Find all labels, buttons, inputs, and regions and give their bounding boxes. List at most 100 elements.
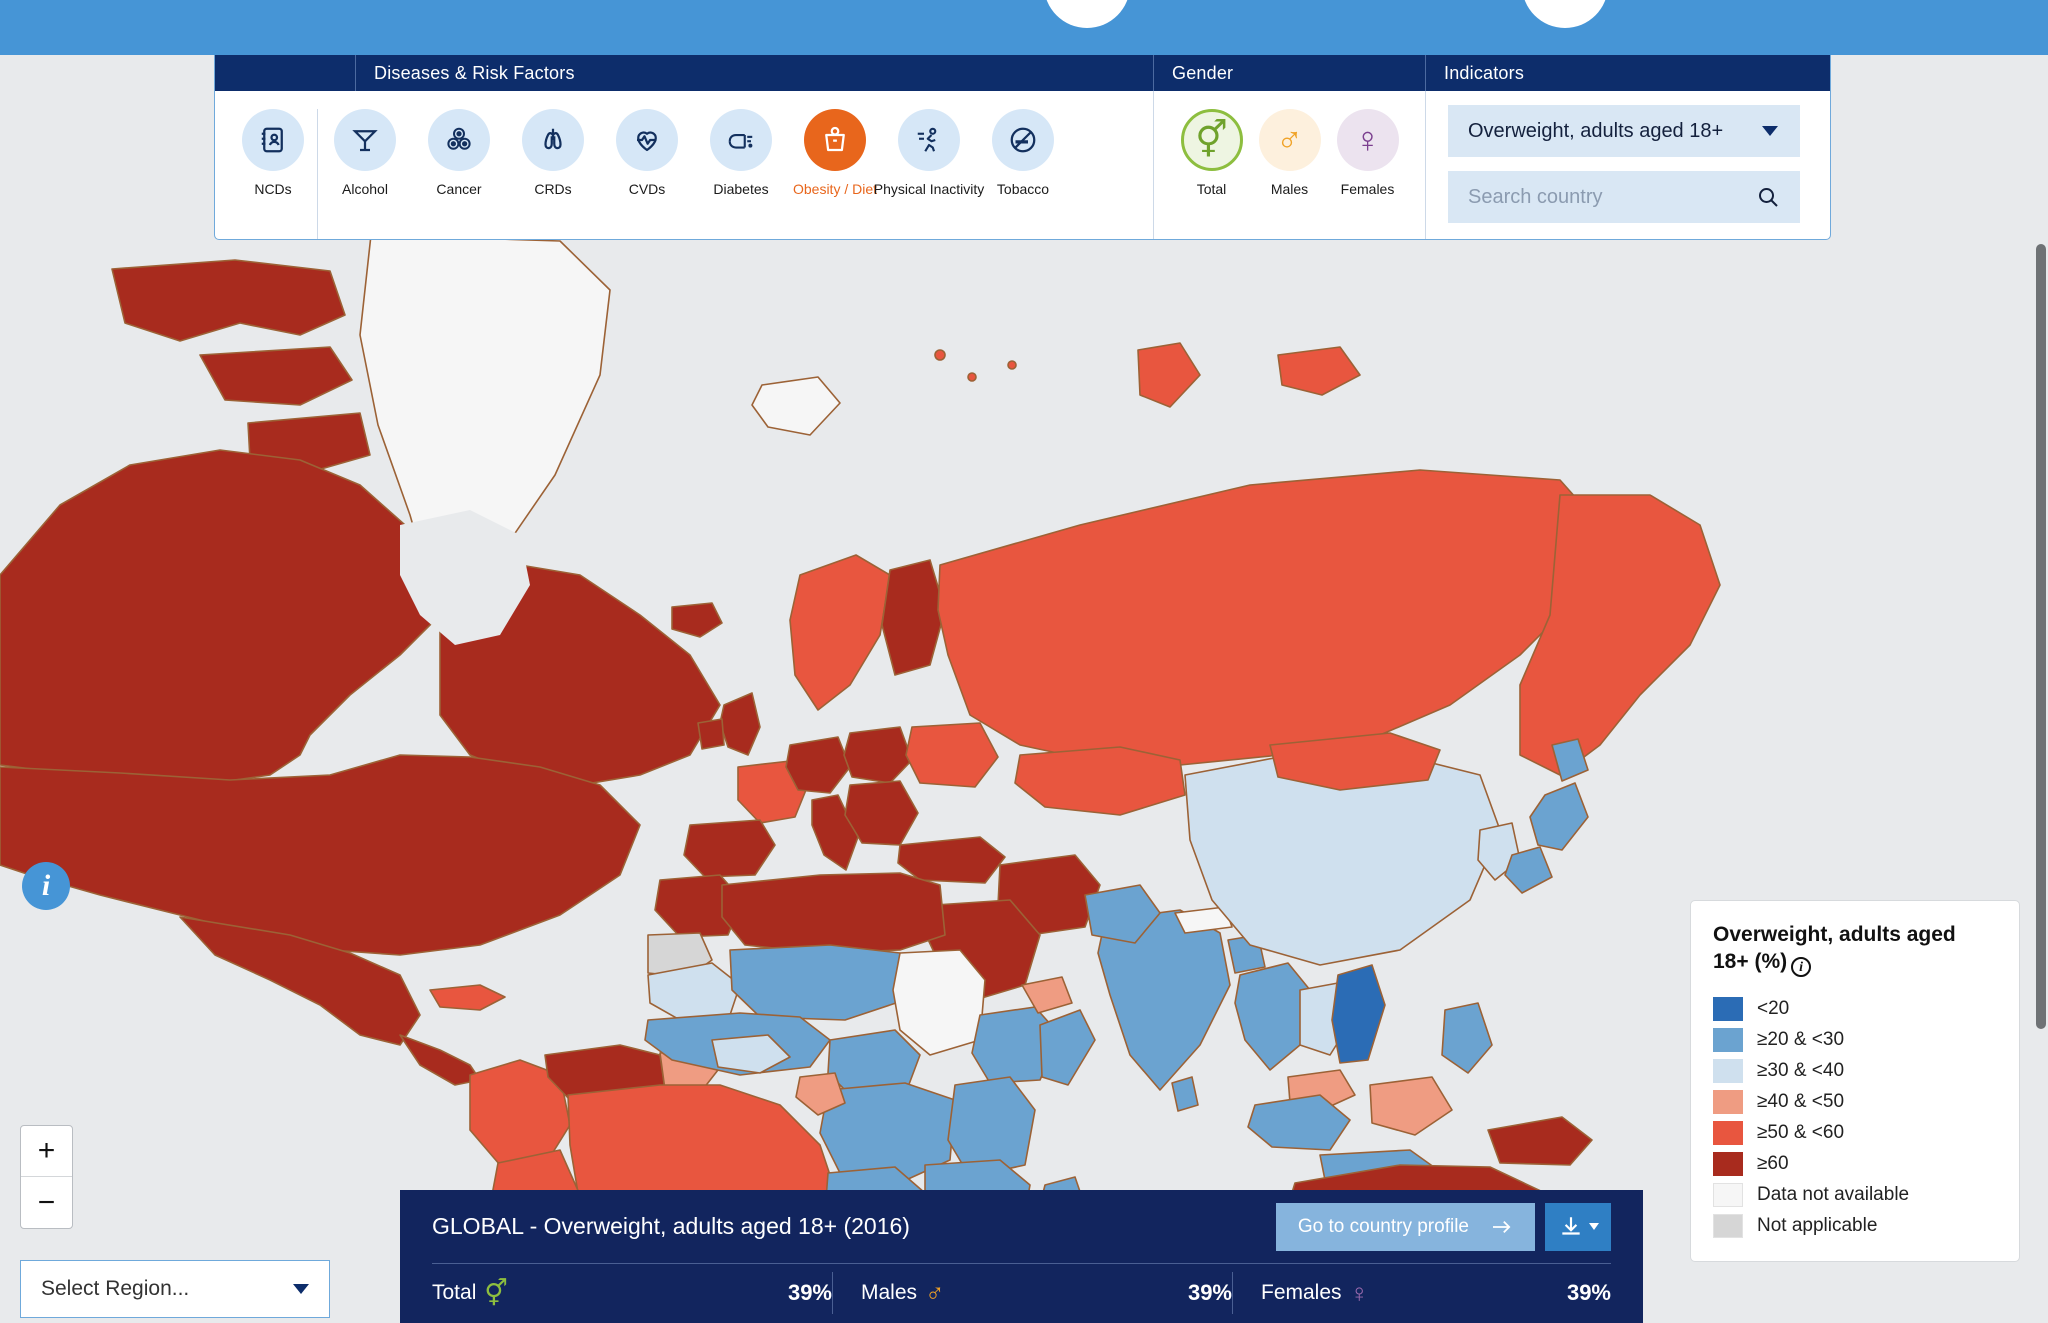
tab-cancer-label: Cancer xyxy=(436,181,482,197)
legend-rows: <20 ≥20 & <30 ≥30 & <40 ≥40 & <50 ≥50 & <60 ≥… xyxy=(1713,993,1997,1241)
tab-ncds[interactable]: NCDs xyxy=(229,109,317,197)
search-input[interactable] xyxy=(1468,185,1738,209)
no-smoking-icon xyxy=(992,109,1054,171)
legend-swatch xyxy=(1713,1151,1743,1176)
stat-total-label: Total xyxy=(432,1281,477,1304)
tab-obesity-diet[interactable]: Obesity / Diet xyxy=(788,109,882,197)
download-icon xyxy=(1561,1216,1580,1235)
legend-item[interactable]: ≥40 & <50 xyxy=(1713,1086,1997,1117)
country-search-box[interactable] xyxy=(1448,171,1800,223)
tab-ncds-label: NCDs xyxy=(254,181,292,197)
total-gender-icon: ⚥ xyxy=(484,1278,508,1308)
map-legend: Overweight, adults aged 18+ (%) i <20 ≥20 … xyxy=(1690,900,2020,1263)
male-gender-icon: ♂ xyxy=(1258,109,1321,171)
bottom-panel-stats: Total ⚥ 39% Males ♂ 39% Females ♀ 39% xyxy=(432,1264,1611,1322)
chevron-down-icon xyxy=(1588,1223,1599,1230)
legend-item-label: Not applicable xyxy=(1757,1214,1878,1236)
toolbar-header-indicators: Indicators xyxy=(1425,55,1830,91)
go-to-country-profile-label: Go to country profile xyxy=(1297,1215,1469,1237)
bottom-info-panel: GLOBAL - Overweight, adults aged 18+ (20… xyxy=(400,1190,1643,1323)
bottom-panel-title: GLOBAL - Overweight, adults aged 18+ (20… xyxy=(432,1213,910,1239)
region-select-value: Select Region... xyxy=(41,1277,190,1300)
indicator-select[interactable]: Overweight, adults aged 18+ xyxy=(1448,105,1800,157)
legend-title: Overweight, adults aged 18+ (%) i xyxy=(1713,921,1997,978)
stat-total-value: 39% xyxy=(787,1280,832,1305)
tab-physical-inactivity-label: Physical Inactivity xyxy=(873,181,985,197)
stat-total: Total ⚥ 39% xyxy=(432,1272,832,1314)
gender-total-label: Total xyxy=(1196,181,1227,197)
diseases-risk-factors-group: NCDs Alcohol Cancer CRDs CVDs Diabetes O… xyxy=(215,91,1153,239)
legend-item[interactable]: ≥50 & <60 xyxy=(1713,1117,1997,1148)
go-to-country-profile-button[interactable]: Go to country profile xyxy=(1275,1202,1535,1251)
map-info-button[interactable]: i xyxy=(22,862,70,910)
tab-physical-inactivity[interactable]: Physical Inactivity xyxy=(874,109,984,197)
tab-alcohol-label: Alcohol xyxy=(342,181,388,197)
info-icon[interactable]: i xyxy=(1791,957,1812,978)
tab-cvds[interactable]: CVDs xyxy=(600,109,694,197)
legend-item[interactable]: ≥20 & <30 xyxy=(1713,1024,1997,1055)
gender-males-label: Males xyxy=(1270,181,1309,197)
tab-crds-label: CRDs xyxy=(534,181,572,197)
legend-item[interactable]: <20 xyxy=(1713,993,1997,1024)
heart-pulse-icon xyxy=(616,109,678,171)
tab-cancer[interactable]: Cancer xyxy=(412,109,506,197)
stat-males-label: Males xyxy=(861,1281,918,1304)
bottom-panel-header: GLOBAL - Overweight, adults aged 18+ (20… xyxy=(432,1190,1611,1264)
top-nav-band xyxy=(0,0,2048,55)
tab-alcohol[interactable]: Alcohol xyxy=(318,109,412,197)
arrow-right-icon xyxy=(1493,1220,1511,1233)
legend-item[interactable]: Not applicable xyxy=(1713,1210,1997,1241)
legend-item[interactable]: ≥30 & <40 xyxy=(1713,1055,1997,1086)
page-scrollbar-thumb[interactable] xyxy=(2036,244,2046,1029)
island-dot xyxy=(967,372,977,382)
chevron-down-icon xyxy=(293,1284,309,1294)
legend-item-label: ≥40 & <50 xyxy=(1757,1090,1845,1112)
island-dot xyxy=(934,349,946,361)
cancer-cells-icon xyxy=(428,109,490,171)
finger-prick-icon xyxy=(710,109,772,171)
toolbar-header-gender: Gender xyxy=(1153,55,1425,91)
female-gender-icon: ♀ xyxy=(1349,1278,1370,1308)
region-select[interactable]: Select Region... xyxy=(20,1260,330,1318)
country-turkey xyxy=(897,836,1006,884)
chevron-down-icon xyxy=(1762,126,1778,136)
legend-item-label: <20 xyxy=(1757,997,1790,1019)
legend-item-label: ≥30 & <40 xyxy=(1757,1059,1845,1081)
tab-diabetes[interactable]: Diabetes xyxy=(694,109,788,197)
gender-option-males[interactable]: ♂ Males xyxy=(1251,109,1329,197)
stat-males: Males ♂ 39% xyxy=(832,1272,1232,1314)
map-zoom-controls: + − xyxy=(20,1125,73,1229)
tab-tobacco[interactable]: Tobacco xyxy=(976,109,1070,197)
gender-option-total[interactable]: ⚥ Total xyxy=(1173,109,1251,197)
stat-females-value: 39% xyxy=(1566,1280,1611,1305)
tab-obesity-diet-label: Obesity / Diet xyxy=(792,181,878,197)
legend-item[interactable]: ≥60 xyxy=(1713,1148,1997,1179)
zoom-in-button[interactable]: + xyxy=(21,1126,72,1177)
legend-item-label: Data not available xyxy=(1757,1183,1910,1205)
toolbar-section-headers: Diseases & Risk Factors Gender Indicator… xyxy=(215,55,1830,91)
nav-circle-right-icon[interactable] xyxy=(1522,0,1608,28)
tab-crds[interactable]: CRDs xyxy=(506,109,600,197)
download-button[interactable] xyxy=(1545,1202,1611,1251)
search-icon xyxy=(1759,188,1778,207)
legend-item[interactable]: Data not available xyxy=(1713,1179,1997,1210)
tab-cvds-label: CVDs xyxy=(628,181,666,197)
country-algeria-libya-egypt xyxy=(721,872,946,954)
stat-females-label: Females xyxy=(1261,1281,1342,1304)
legend-title-text: Overweight, adults aged 18+ (%) xyxy=(1713,923,1956,974)
legend-swatch xyxy=(1713,996,1743,1021)
nav-circle-left-icon[interactable] xyxy=(1044,0,1130,28)
legend-item-label: ≥20 & <30 xyxy=(1757,1028,1845,1050)
lungs-icon xyxy=(522,109,584,171)
toolbar-header-diseases: Diseases & Risk Factors xyxy=(355,55,1153,91)
gender-option-females[interactable]: ♀ Females xyxy=(1329,109,1407,197)
legend-swatch xyxy=(1713,1213,1743,1238)
cocktail-glass-icon xyxy=(334,109,396,171)
country-mali-niger-chad xyxy=(729,944,906,1021)
indicator-select-value: Overweight, adults aged 18+ xyxy=(1468,119,1724,142)
running-person-icon xyxy=(898,109,960,171)
legend-swatch xyxy=(1713,1182,1743,1207)
indicators-group: Overweight, adults aged 18+ xyxy=(1425,91,1830,239)
legend-swatch xyxy=(1713,1058,1743,1083)
zoom-out-button[interactable]: − xyxy=(21,1177,72,1228)
